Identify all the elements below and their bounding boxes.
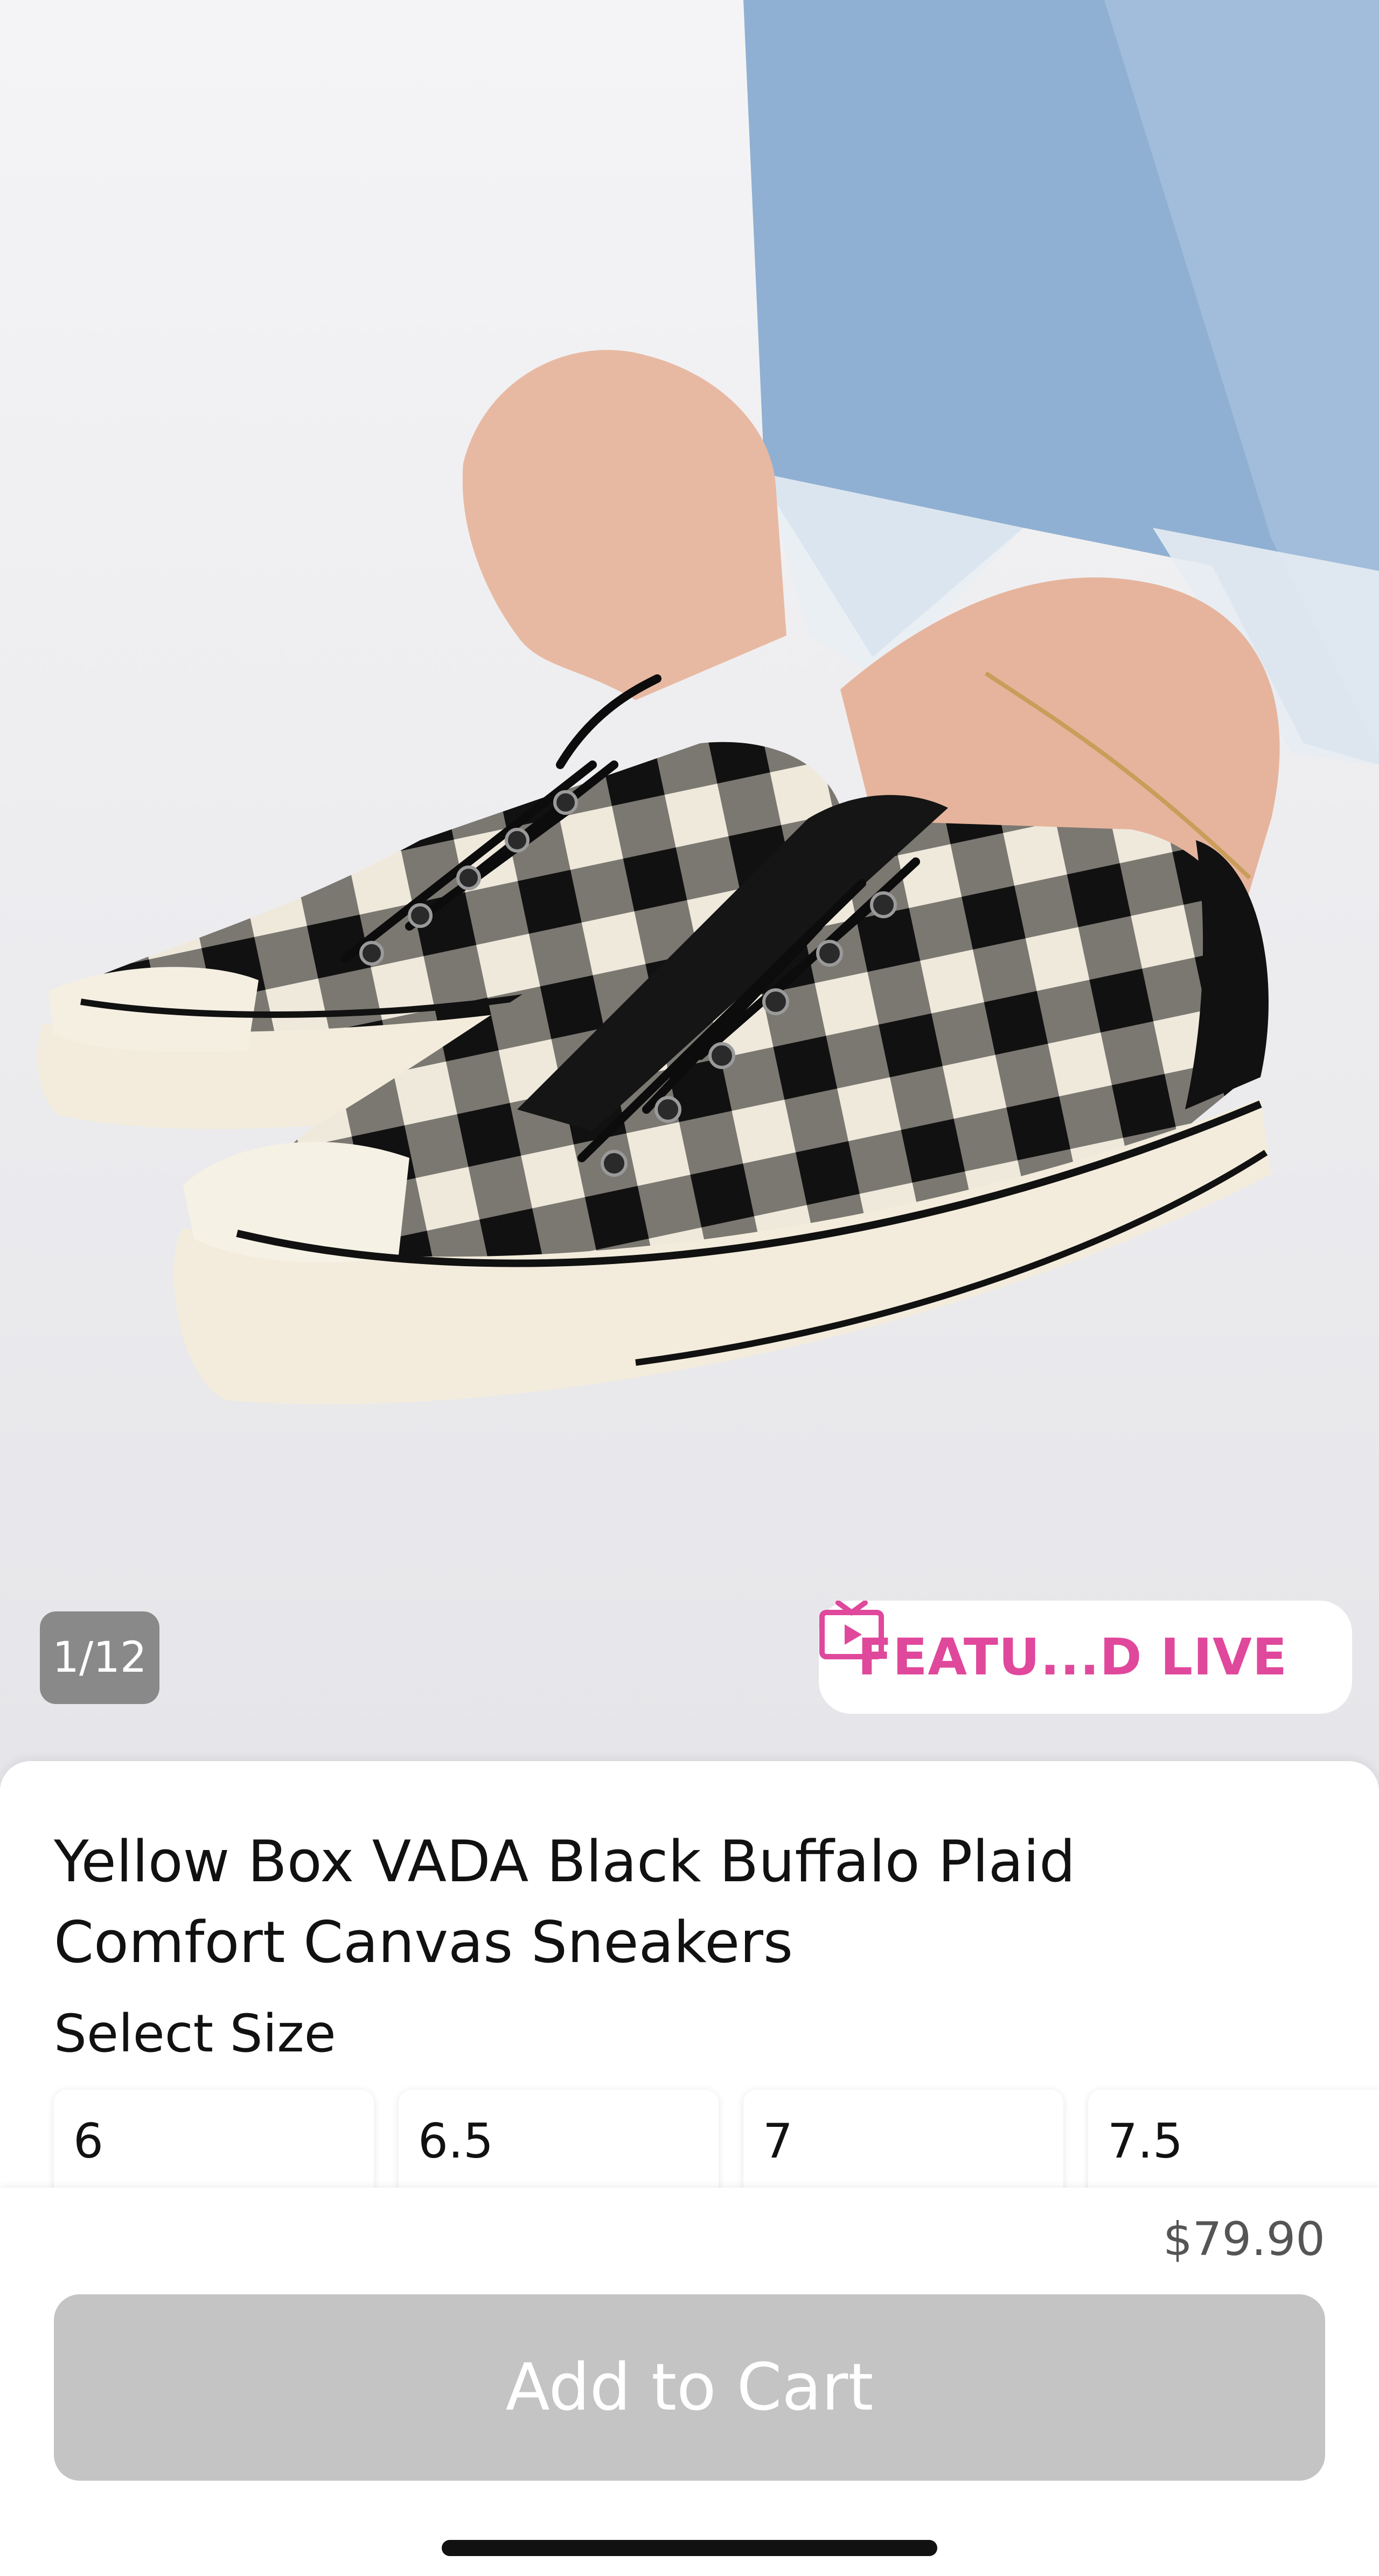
add-to-cart-button[interactable]: Add to Cart <box>54 2294 1325 2481</box>
product-details-sheet: Yellow Box VADA Black Buffalo Plaid Comf… <box>0 1761 1379 2192</box>
size-option-7-5[interactable]: 7.5 <box>1088 2090 1379 2192</box>
product-price: $79.90 <box>1163 2212 1325 2266</box>
select-size-label: Select Size <box>54 2003 336 2064</box>
size-option-6[interactable]: 6 <box>54 2090 374 2192</box>
size-options: 6 6.5 7 7.5 <box>54 2090 1379 2192</box>
product-title: Yellow Box VADA Black Buffalo Plaid Comf… <box>54 1821 1293 1983</box>
size-option-7[interactable]: 7 <box>743 2090 1063 2192</box>
featured-live-badge[interactable]: FEATU...D LIVE <box>819 1601 1352 1714</box>
product-page: 1/12 FEATU...D LIVE Yellow Box VADA Blac… <box>0 0 1379 2576</box>
product-title-line-2: Comfort Canvas Sneakers <box>54 1909 793 1975</box>
product-title-line-1: Yellow Box VADA Black Buffalo Plaid <box>54 1828 1076 1895</box>
home-indicator[interactable] <box>442 2540 937 2556</box>
size-option-6-5[interactable]: 6.5 <box>399 2090 719 2192</box>
purchase-bar: $79.90 Add to Cart <box>0 2188 1379 2576</box>
image-counter: 1/12 <box>40 1611 159 1704</box>
product-photo <box>38 0 1379 1405</box>
tv-play-icon <box>819 1601 884 1659</box>
product-image-gallery[interactable]: 1/12 FEATU...D LIVE <box>0 0 1379 1788</box>
featured-live-label: FEATU...D LIVE <box>858 1628 1288 1687</box>
